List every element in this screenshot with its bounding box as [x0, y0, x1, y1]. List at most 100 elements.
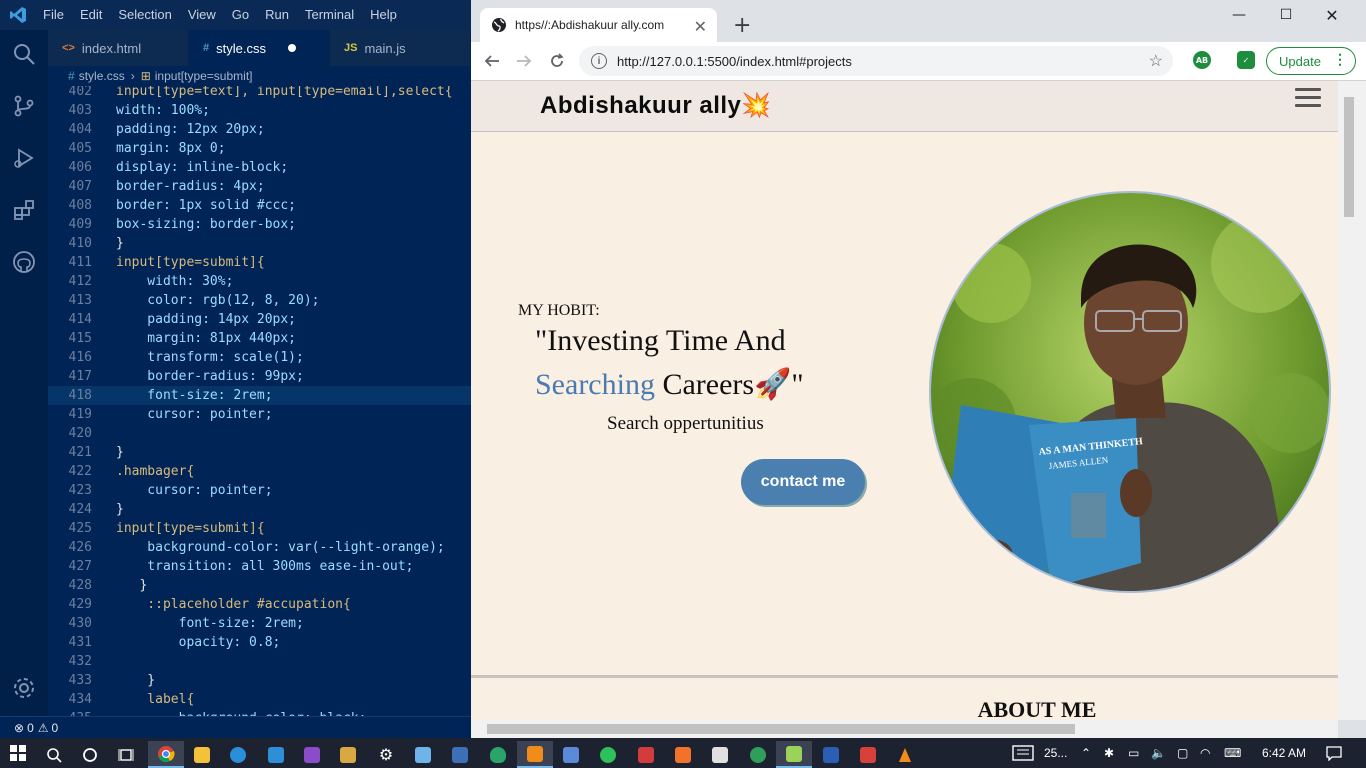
- contact-me-button[interactable]: contact me: [741, 459, 865, 505]
- code-line[interactable]: 421}: [48, 443, 471, 462]
- code-line[interactable]: 402 input[type=text], input[type=email],s…: [48, 86, 471, 101]
- code-text[interactable]: background-color: var(--light-orange);: [116, 538, 444, 557]
- address-bar[interactable]: i http://127.0.0.1:5500/index.html#proje…: [579, 46, 1173, 76]
- code-line[interactable]: 430 font-size: 2rem;: [48, 614, 471, 633]
- code-line[interactable]: 405 margin: 8px 0;: [48, 139, 471, 158]
- unsaved-dot-icon[interactable]: [287, 44, 296, 52]
- app-icon[interactable]: [330, 741, 366, 768]
- code-line[interactable]: 434 label{: [48, 690, 471, 709]
- app-icon[interactable]: [702, 741, 738, 768]
- security-shield-icon[interactable]: [480, 741, 516, 768]
- run-debug-icon[interactable]: [0, 136, 48, 180]
- vlc-icon[interactable]: [887, 741, 923, 768]
- code-text[interactable]: width: 100%;: [116, 101, 210, 120]
- code-line[interactable]: 403 width: 100%;: [48, 101, 471, 120]
- back-arrow-icon[interactable]: [481, 50, 503, 72]
- code-text[interactable]: padding: 14px 20px;: [116, 310, 296, 329]
- source-control-icon[interactable]: [0, 84, 48, 128]
- code-text[interactable]: ::placeholder #accupation{: [116, 595, 351, 614]
- site-title[interactable]: Abdishakuur ally💥: [540, 91, 772, 120]
- warning-count[interactable]: 0: [52, 721, 59, 735]
- code-line[interactable]: 425 input[type=submit]{: [48, 519, 471, 538]
- app-icon[interactable]: [850, 741, 886, 768]
- site-info-icon[interactable]: i: [591, 53, 607, 69]
- code-text[interactable]: }: [116, 234, 124, 253]
- url-text[interactable]: http://127.0.0.1:5500/index.html#project…: [617, 54, 852, 69]
- minimize-icon[interactable]: —: [1216, 0, 1262, 30]
- code-text[interactable]: transition: all 300ms ease-in-out;: [116, 557, 413, 576]
- chrome-tab[interactable]: https//:Abdishakuur ally.com ✕: [480, 8, 717, 42]
- explorer-icon[interactable]: [0, 32, 48, 76]
- menu-edit[interactable]: Edit: [73, 0, 111, 30]
- weather-temp[interactable]: 25...: [1044, 738, 1067, 768]
- code-line[interactable]: 420: [48, 424, 471, 443]
- code-text[interactable]: margin: 8px 0;: [116, 139, 226, 158]
- chevron-up-icon[interactable]: ⌃: [1081, 738, 1091, 768]
- more-menu-icon[interactable]: ⋮: [1333, 51, 1347, 68]
- code-text[interactable]: cursor: pointer;: [116, 405, 272, 424]
- notifications-icon[interactable]: [1326, 738, 1342, 768]
- breadcrumb-symbol[interactable]: input[type=submit]: [155, 69, 253, 83]
- app-icon[interactable]: [628, 741, 664, 768]
- horizontal-scrollbar[interactable]: [471, 720, 1338, 738]
- code-line[interactable]: 429 ::placeholder #accupation{: [48, 595, 471, 614]
- news-icon[interactable]: [1012, 738, 1034, 768]
- code-text[interactable]: border-radius: 99px;: [116, 367, 304, 386]
- app-icon[interactable]: [740, 741, 776, 768]
- update-button[interactable]: Update ⋮: [1266, 47, 1356, 75]
- keyboard-icon[interactable]: ⌨: [1224, 738, 1241, 768]
- code-line[interactable]: 411 input[type=submit]{: [48, 253, 471, 272]
- code-line[interactable]: 435 background-color: black;: [48, 709, 471, 716]
- code-text[interactable]: display: inline-block;: [116, 158, 288, 177]
- code-line[interactable]: 426 background-color: var(--light-orange…: [48, 538, 471, 557]
- code-text[interactable]: background-color: black;: [116, 709, 367, 716]
- code-text[interactable]: input[type=submit]{: [116, 253, 265, 272]
- code-text[interactable]: cursor: pointer;: [116, 481, 272, 500]
- code-text[interactable]: border: 1px solid #ccc;: [116, 196, 296, 215]
- code-text[interactable]: transform: scale(1);: [116, 348, 304, 367]
- menu-help[interactable]: Help: [363, 0, 406, 30]
- whatsapp-icon[interactable]: [590, 741, 626, 768]
- code-line[interactable]: 419 cursor: pointer;: [48, 405, 471, 424]
- wifi-icon[interactable]: ◠: [1200, 738, 1210, 768]
- menu-run[interactable]: Run: [258, 0, 298, 30]
- code-text[interactable]: box-sizing: border-box;: [116, 215, 296, 234]
- edge-icon[interactable]: [220, 741, 256, 768]
- maximize-icon[interactable]: ☐: [1263, 0, 1309, 30]
- clock[interactable]: 6:42 AM: [1262, 738, 1306, 768]
- scrollbar-thumb[interactable]: [487, 724, 1075, 734]
- word-icon[interactable]: [813, 741, 849, 768]
- code-line[interactable]: 431 opacity: 0.8;: [48, 633, 471, 652]
- code-line[interactable]: 415 margin: 81px 440px;: [48, 329, 471, 348]
- file-explorer-icon[interactable]: [184, 741, 220, 768]
- notepad-plus-icon[interactable]: [776, 741, 812, 768]
- code-text[interactable]: }: [116, 500, 124, 519]
- shield-check-icon[interactable]: ✓: [1237, 51, 1255, 69]
- reload-icon[interactable]: [546, 50, 568, 72]
- code-text[interactable]: }: [116, 443, 124, 462]
- volume-icon[interactable]: 🔈: [1151, 738, 1166, 768]
- error-icon[interactable]: ⊗: [14, 721, 24, 735]
- bookmark-star-icon[interactable]: ☆: [1149, 51, 1163, 71]
- code-text[interactable]: .hambager{: [116, 462, 194, 481]
- code-line[interactable]: 417 border-radius: 99px;: [48, 367, 471, 386]
- visual-studio-icon[interactable]: [294, 741, 330, 768]
- code-line[interactable]: 432: [48, 652, 471, 671]
- code-line[interactable]: 406 display: inline-block;: [48, 158, 471, 177]
- chrome-taskbar-icon[interactable]: [148, 741, 184, 768]
- code-text[interactable]: color: rgb(12, 8, 20);: [116, 291, 319, 310]
- code-text[interactable]: input[type=submit]{: [116, 519, 265, 538]
- github-icon[interactable]: [0, 240, 48, 284]
- extensions-icon[interactable]: [0, 188, 48, 232]
- code-text[interactable]: label{: [116, 690, 194, 709]
- warning-icon[interactable]: ⚠: [38, 721, 49, 735]
- tab-index-html[interactable]: <> index.html: [48, 30, 189, 66]
- code-text[interactable]: input[type=text], input[type=email],sele…: [116, 86, 453, 101]
- settings-gear-icon[interactable]: [0, 666, 48, 710]
- code-line[interactable]: 427 transition: all 300ms ease-in-out;: [48, 557, 471, 576]
- code-line[interactable]: 433 }: [48, 671, 471, 690]
- calculator-icon[interactable]: [442, 741, 478, 768]
- code-line[interactable]: 423 cursor: pointer;: [48, 481, 471, 500]
- extension-ab-icon[interactable]: AB: [1193, 51, 1211, 69]
- menu-file[interactable]: File: [36, 0, 73, 30]
